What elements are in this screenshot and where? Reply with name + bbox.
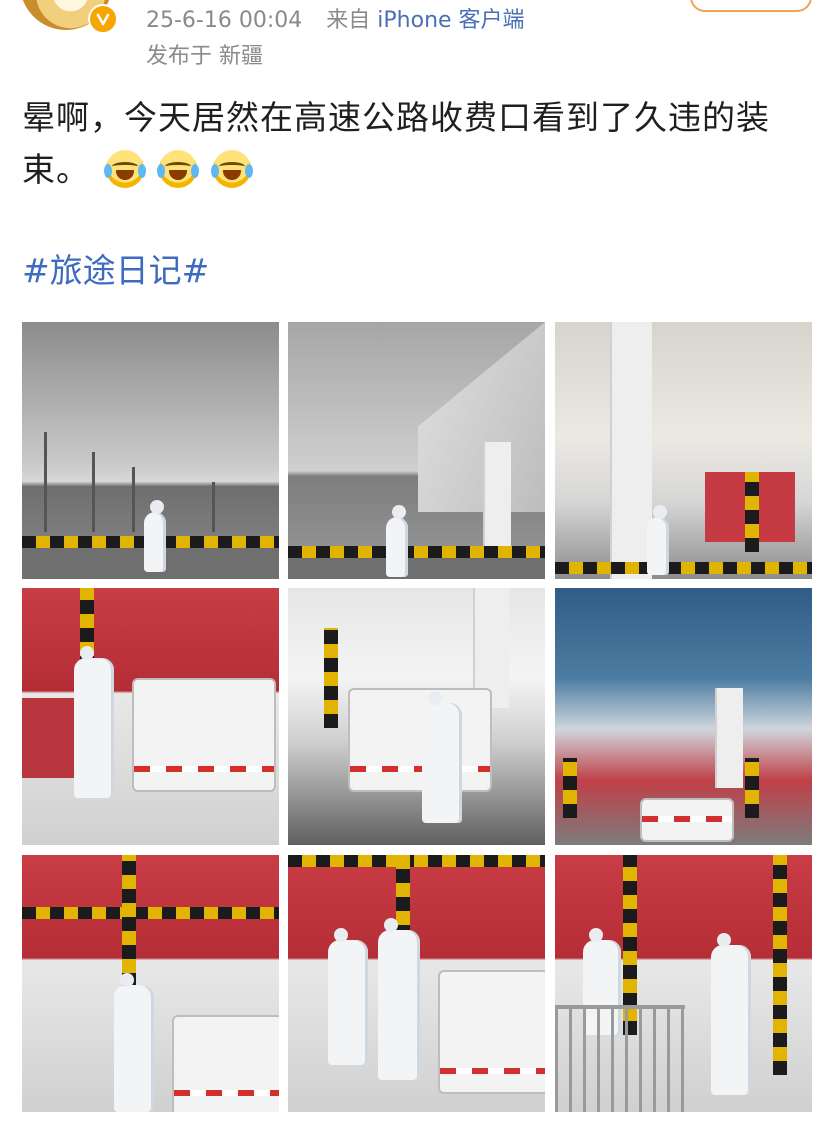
photo-grid <box>22 322 812 1112</box>
photo-workers-at-booth-railing[interactable] <box>555 855 812 1112</box>
photo-toll-plaza-arches-worker[interactable] <box>288 322 545 579</box>
post-meta: 25-6-16 00:04 来自 iPhone 客户端 <box>146 2 525 34</box>
post-location: 发布于 新疆 <box>146 44 263 69</box>
photo-worker-behind-truck[interactable] <box>288 588 545 845</box>
topic-hashtag-link[interactable]: #旅途日记# <box>22 244 209 292</box>
photo-toll-plaza-road-worker[interactable] <box>22 322 279 579</box>
photo-toll-canopy-pillar-worker[interactable] <box>555 322 812 579</box>
follow-button[interactable] <box>690 0 812 12</box>
source-device-link[interactable]: iPhone 客户端 <box>377 8 524 33</box>
post-header: 25-6-16 00:04 来自 iPhone 客户端 发布于 新疆 <box>0 0 838 80</box>
photo-worker-beside-truck[interactable] <box>22 588 279 845</box>
source-prefix: 来自 <box>326 8 371 33</box>
photo-two-workers-at-booth[interactable] <box>288 855 545 1112</box>
laugh-cry-emoji-icon <box>210 150 253 188</box>
post-timestamp: 25-6-16 00:04 <box>146 8 303 33</box>
verified-badge-icon <box>88 4 118 34</box>
photo-booth-worker-and-truck[interactable] <box>22 855 279 1112</box>
laugh-cry-emoji-icon <box>157 150 199 188</box>
laugh-cry-emoji-icon <box>103 150 146 188</box>
post-text: 晕啊，今天居然在高速公路收费口看到了久违的装束。 <box>22 92 812 196</box>
photo-toll-canopy-blue-sky[interactable] <box>555 588 812 845</box>
